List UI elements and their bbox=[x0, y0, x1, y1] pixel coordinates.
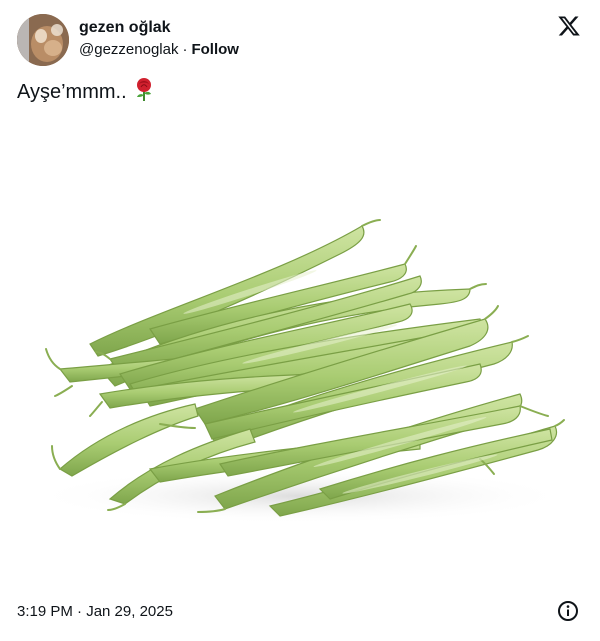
tweet-timestamp[interactable]: 3:19 PM · Jan 29, 2025 bbox=[17, 602, 173, 622]
author-handle[interactable]: @gezzenoglak bbox=[79, 41, 178, 58]
tweet-text: Ayşe’mmm.. bbox=[17, 81, 127, 103]
display-name[interactable]: gezen oğlak bbox=[79, 18, 239, 38]
avatar[interactable] bbox=[17, 14, 69, 66]
rose-emoji-icon bbox=[134, 78, 154, 110]
info-icon[interactable] bbox=[557, 600, 579, 622]
tweet-media-image[interactable] bbox=[0, 124, 600, 584]
follow-button[interactable]: Follow bbox=[191, 41, 239, 58]
tweet-footer: 3:19 PM · Jan 29, 2025 bbox=[17, 600, 583, 624]
tweet-text-row: Ayşe’mmm.. bbox=[17, 78, 154, 110]
author-info: gezen oğlak @gezzenoglak · Follow bbox=[79, 18, 239, 60]
tweet-card: gezen oğlak @gezzenoglak · Follow Ayşe’mmm… bbox=[0, 0, 600, 641]
tweet-header: gezen oğlak @gezzenoglak · Follow bbox=[17, 12, 583, 68]
handle-row: @gezzenoglak · Follow bbox=[79, 40, 239, 60]
x-logo-icon[interactable] bbox=[557, 14, 583, 40]
separator-dot: · bbox=[182, 41, 188, 58]
